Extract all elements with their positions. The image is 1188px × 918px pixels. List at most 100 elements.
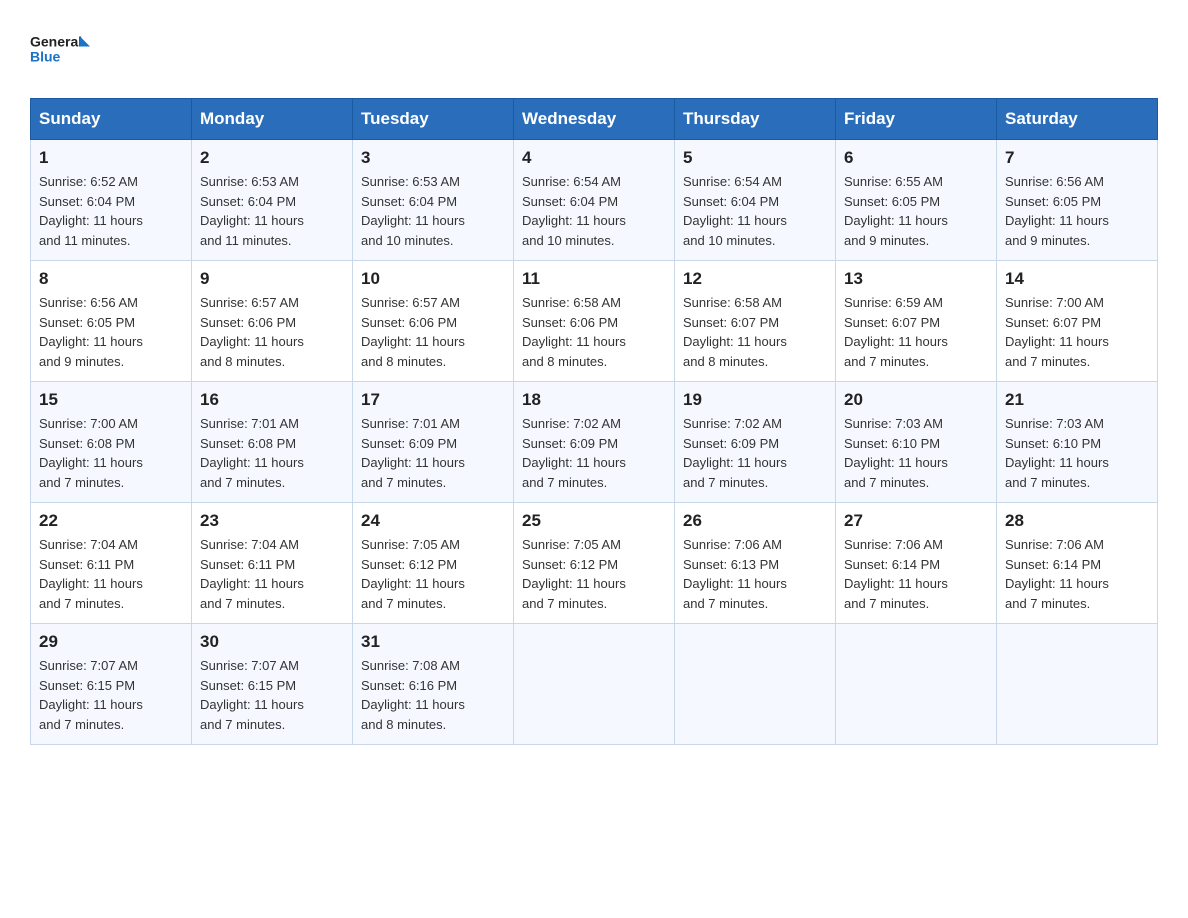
day-number: 6 bbox=[844, 148, 988, 168]
day-number: 8 bbox=[39, 269, 183, 289]
calendar-cell: 5 Sunrise: 6:54 AMSunset: 6:04 PMDaylight… bbox=[675, 140, 836, 261]
day-info: Sunrise: 7:00 AMSunset: 6:07 PMDaylight:… bbox=[1005, 293, 1149, 371]
calendar-cell: 16 Sunrise: 7:01 AMSunset: 6:08 PMDayligh… bbox=[192, 382, 353, 503]
calendar-cell: 21 Sunrise: 7:03 AMSunset: 6:10 PMDayligh… bbox=[997, 382, 1158, 503]
calendar-week-row: 8 Sunrise: 6:56 AMSunset: 6:05 PMDaylight… bbox=[31, 261, 1158, 382]
svg-text:Blue: Blue bbox=[30, 49, 61, 65]
calendar-cell: 1 Sunrise: 6:52 AMSunset: 6:04 PMDaylight… bbox=[31, 140, 192, 261]
weekday-header-wednesday: Wednesday bbox=[514, 99, 675, 140]
calendar-cell: 29Sunrise: 7:07 AMSunset: 6:15 PMDayligh… bbox=[31, 624, 192, 745]
calendar-week-row: 22 Sunrise: 7:04 AMSunset: 6:11 PMDayligh… bbox=[31, 503, 1158, 624]
day-info: Sunrise: 7:04 AMSunset: 6:11 PMDaylight:… bbox=[39, 535, 183, 613]
day-info: Sunrise: 6:53 AMSunset: 6:04 PMDaylight:… bbox=[361, 172, 505, 250]
calendar-cell: 20 Sunrise: 7:03 AMSunset: 6:10 PMDayligh… bbox=[836, 382, 997, 503]
weekday-header-row: SundayMondayTuesdayWednesdayThursdayFrid… bbox=[31, 99, 1158, 140]
calendar-cell: 23 Sunrise: 7:04 AMSunset: 6:11 PMDayligh… bbox=[192, 503, 353, 624]
weekday-header-saturday: Saturday bbox=[997, 99, 1158, 140]
calendar-cell: 4 Sunrise: 6:54 AMSunset: 6:04 PMDaylight… bbox=[514, 140, 675, 261]
day-info: Sunrise: 6:53 AMSunset: 6:04 PMDaylight:… bbox=[200, 172, 344, 250]
calendar-cell: 28 Sunrise: 7:06 AMSunset: 6:14 PMDayligh… bbox=[997, 503, 1158, 624]
day-number: 16 bbox=[200, 390, 344, 410]
day-info: Sunrise: 7:00 AMSunset: 6:08 PMDaylight:… bbox=[39, 414, 183, 492]
day-info: Sunrise: 6:54 AMSunset: 6:04 PMDaylight:… bbox=[522, 172, 666, 250]
day-number: 7 bbox=[1005, 148, 1149, 168]
day-number: 26 bbox=[683, 511, 827, 531]
calendar-cell: 6 Sunrise: 6:55 AMSunset: 6:05 PMDaylight… bbox=[836, 140, 997, 261]
day-number: 30 bbox=[200, 632, 344, 652]
weekday-header-monday: Monday bbox=[192, 99, 353, 140]
day-number: 1 bbox=[39, 148, 183, 168]
day-number: 2 bbox=[200, 148, 344, 168]
day-number: 25 bbox=[522, 511, 666, 531]
day-info: Sunrise: 6:57 AMSunset: 6:06 PMDaylight:… bbox=[200, 293, 344, 371]
day-number: 17 bbox=[361, 390, 505, 410]
calendar-week-row: 1 Sunrise: 6:52 AMSunset: 6:04 PMDaylight… bbox=[31, 140, 1158, 261]
calendar-cell: 17 Sunrise: 7:01 AMSunset: 6:09 PMDayligh… bbox=[353, 382, 514, 503]
calendar-cell: 14 Sunrise: 7:00 AMSunset: 6:07 PMDayligh… bbox=[997, 261, 1158, 382]
day-info: Sunrise: 7:01 AMSunset: 6:08 PMDaylight:… bbox=[200, 414, 344, 492]
day-info: Sunrise: 7:05 AMSunset: 6:12 PMDaylight:… bbox=[361, 535, 505, 613]
day-number: 13 bbox=[844, 269, 988, 289]
calendar-week-row: 29Sunrise: 7:07 AMSunset: 6:15 PMDayligh… bbox=[31, 624, 1158, 745]
calendar-cell: 25Sunrise: 7:05 AMSunset: 6:12 PMDayligh… bbox=[514, 503, 675, 624]
calendar-cell: 9Sunrise: 6:57 AMSunset: 6:06 PMDaylight… bbox=[192, 261, 353, 382]
calendar-cell: 26 Sunrise: 7:06 AMSunset: 6:13 PMDayligh… bbox=[675, 503, 836, 624]
logo: General Blue bbox=[30, 20, 95, 80]
day-info: Sunrise: 7:08 AMSunset: 6:16 PMDaylight:… bbox=[361, 656, 505, 734]
day-number: 19 bbox=[683, 390, 827, 410]
day-info: Sunrise: 6:55 AMSunset: 6:05 PMDaylight:… bbox=[844, 172, 988, 250]
day-info: Sunrise: 7:04 AMSunset: 6:11 PMDaylight:… bbox=[200, 535, 344, 613]
calendar-cell: 22 Sunrise: 7:04 AMSunset: 6:11 PMDayligh… bbox=[31, 503, 192, 624]
day-info: Sunrise: 7:07 AMSunset: 6:15 PMDaylight:… bbox=[39, 656, 183, 734]
day-info: Sunrise: 6:52 AMSunset: 6:04 PMDaylight:… bbox=[39, 172, 183, 250]
day-number: 4 bbox=[522, 148, 666, 168]
day-number: 3 bbox=[361, 148, 505, 168]
calendar-cell: 11Sunrise: 6:58 AMSunset: 6:06 PMDayligh… bbox=[514, 261, 675, 382]
calendar-week-row: 15 Sunrise: 7:00 AMSunset: 6:08 PMDayligh… bbox=[31, 382, 1158, 503]
day-number: 27 bbox=[844, 511, 988, 531]
day-info: Sunrise: 7:06 AMSunset: 6:13 PMDaylight:… bbox=[683, 535, 827, 613]
day-number: 24 bbox=[361, 511, 505, 531]
weekday-header-thursday: Thursday bbox=[675, 99, 836, 140]
day-number: 21 bbox=[1005, 390, 1149, 410]
calendar-cell: 15 Sunrise: 7:00 AMSunset: 6:08 PMDayligh… bbox=[31, 382, 192, 503]
day-info: Sunrise: 6:54 AMSunset: 6:04 PMDaylight:… bbox=[683, 172, 827, 250]
calendar-cell: 12Sunrise: 6:58 AMSunset: 6:07 PMDayligh… bbox=[675, 261, 836, 382]
day-number: 14 bbox=[1005, 269, 1149, 289]
day-number: 31 bbox=[361, 632, 505, 652]
day-number: 18 bbox=[522, 390, 666, 410]
day-info: Sunrise: 7:02 AMSunset: 6:09 PMDaylight:… bbox=[522, 414, 666, 492]
calendar-cell: 2 Sunrise: 6:53 AMSunset: 6:04 PMDaylight… bbox=[192, 140, 353, 261]
calendar-cell bbox=[514, 624, 675, 745]
svg-text:General: General bbox=[30, 34, 82, 50]
day-info: Sunrise: 6:56 AMSunset: 6:05 PMDaylight:… bbox=[39, 293, 183, 371]
day-number: 20 bbox=[844, 390, 988, 410]
calendar-cell: 30 Sunrise: 7:07 AMSunset: 6:15 PMDayligh… bbox=[192, 624, 353, 745]
day-number: 23 bbox=[200, 511, 344, 531]
page-header: General Blue bbox=[30, 20, 1158, 80]
day-number: 28 bbox=[1005, 511, 1149, 531]
calendar-cell: 8 Sunrise: 6:56 AMSunset: 6:05 PMDaylight… bbox=[31, 261, 192, 382]
weekday-header-friday: Friday bbox=[836, 99, 997, 140]
day-info: Sunrise: 7:07 AMSunset: 6:15 PMDaylight:… bbox=[200, 656, 344, 734]
calendar-cell: 18 Sunrise: 7:02 AMSunset: 6:09 PMDayligh… bbox=[514, 382, 675, 503]
calendar-cell: 7 Sunrise: 6:56 AMSunset: 6:05 PMDaylight… bbox=[997, 140, 1158, 261]
day-info: Sunrise: 6:57 AMSunset: 6:06 PMDaylight:… bbox=[361, 293, 505, 371]
day-info: Sunrise: 7:03 AMSunset: 6:10 PMDaylight:… bbox=[844, 414, 988, 492]
logo-svg: General Blue bbox=[30, 20, 95, 80]
day-number: 5 bbox=[683, 148, 827, 168]
day-number: 11 bbox=[522, 269, 666, 289]
day-info: Sunrise: 6:56 AMSunset: 6:05 PMDaylight:… bbox=[1005, 172, 1149, 250]
day-info: Sunrise: 7:06 AMSunset: 6:14 PMDaylight:… bbox=[1005, 535, 1149, 613]
day-number: 12 bbox=[683, 269, 827, 289]
day-info: Sunrise: 7:03 AMSunset: 6:10 PMDaylight:… bbox=[1005, 414, 1149, 492]
calendar-cell bbox=[997, 624, 1158, 745]
day-info: Sunrise: 7:02 AMSunset: 6:09 PMDaylight:… bbox=[683, 414, 827, 492]
day-info: Sunrise: 7:06 AMSunset: 6:14 PMDaylight:… bbox=[844, 535, 988, 613]
day-info: Sunrise: 7:01 AMSunset: 6:09 PMDaylight:… bbox=[361, 414, 505, 492]
day-number: 15 bbox=[39, 390, 183, 410]
day-number: 22 bbox=[39, 511, 183, 531]
calendar-cell: 3 Sunrise: 6:53 AMSunset: 6:04 PMDaylight… bbox=[353, 140, 514, 261]
calendar-table: SundayMondayTuesdayWednesdayThursdayFrid… bbox=[30, 98, 1158, 745]
calendar-cell: 13Sunrise: 6:59 AMSunset: 6:07 PMDayligh… bbox=[836, 261, 997, 382]
